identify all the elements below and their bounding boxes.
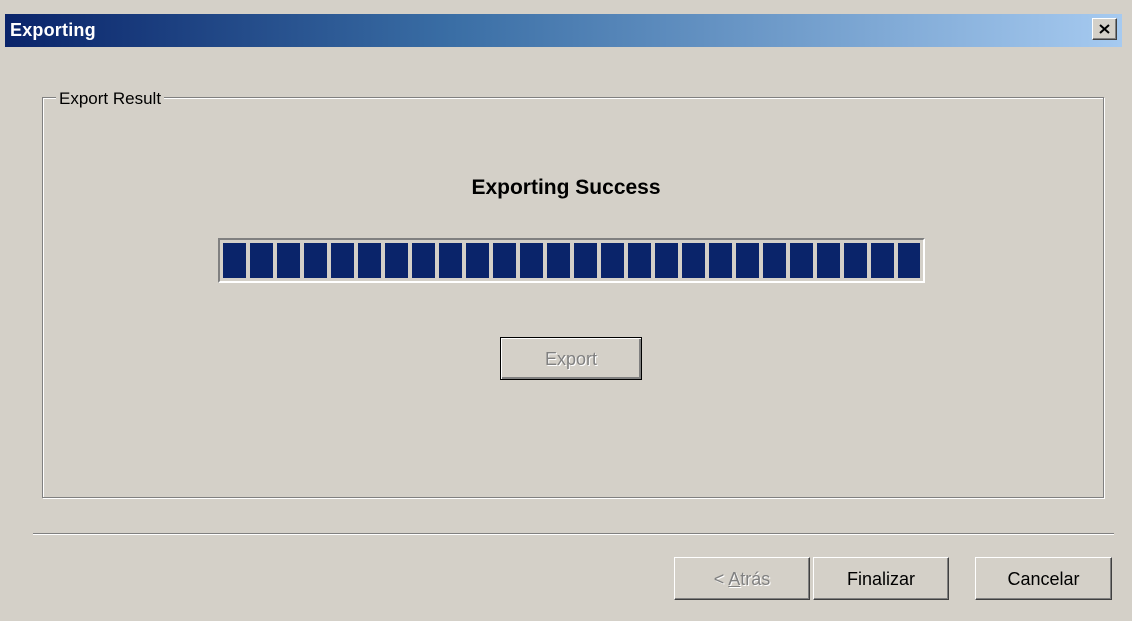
back-rest: trás bbox=[740, 568, 771, 589]
status-message: Exporting Success bbox=[471, 176, 661, 199]
export-result-group bbox=[42, 97, 1104, 498]
progress-fill bbox=[223, 243, 920, 278]
footer-separator bbox=[33, 533, 1114, 535]
back-button[interactable]: < Atrás bbox=[674, 557, 810, 600]
window-title: Exporting bbox=[10, 20, 96, 40]
close-icon bbox=[1099, 24, 1110, 34]
group-legend: Export Result bbox=[56, 89, 165, 109]
cancel-button[interactable]: Cancelar bbox=[975, 557, 1112, 600]
back-prefix: < bbox=[713, 568, 729, 589]
back-mnemonic: A bbox=[728, 568, 741, 589]
finish-button[interactable]: Finalizar bbox=[813, 557, 949, 600]
export-dialog: Exporting Export Result Exporting Succes… bbox=[0, 0, 1132, 621]
title-bar[interactable]: Exporting bbox=[5, 14, 1122, 47]
progress-track bbox=[223, 243, 920, 278]
export-button[interactable]: Export bbox=[500, 337, 642, 380]
close-button[interactable] bbox=[1092, 18, 1117, 40]
progress-bar bbox=[218, 238, 925, 283]
